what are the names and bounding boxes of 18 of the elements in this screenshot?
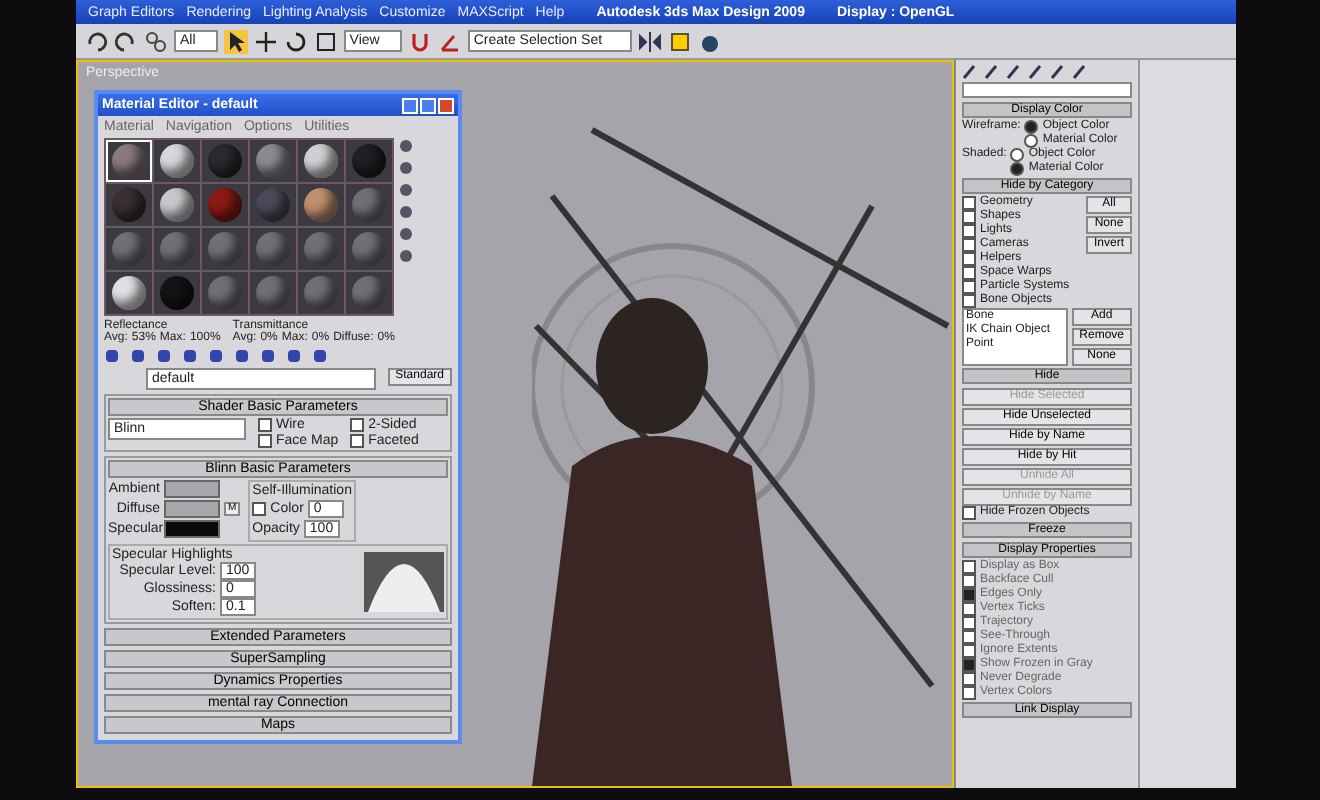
link-icon[interactable]: [144, 29, 168, 53]
color-swatch[interactable]: [164, 500, 220, 518]
close-button[interactable]: [438, 97, 454, 113]
undo-icon[interactable]: [84, 29, 108, 53]
magnet-icon[interactable]: [407, 29, 432, 53]
object-name-field[interactable]: [962, 82, 1132, 98]
rotate-icon[interactable]: [283, 29, 308, 53]
highlight-curve-graph: [364, 552, 444, 612]
color-swatch[interactable]: [164, 480, 220, 498]
minimize-button[interactable]: [402, 97, 418, 113]
perspective-viewport[interactable]: [76, 60, 954, 788]
cursor-icon[interactable]: [223, 29, 248, 53]
move-icon[interactable]: [253, 29, 278, 53]
mirror-icon[interactable]: [638, 29, 663, 53]
redo-icon[interactable]: [114, 29, 138, 53]
color-swatch[interactable]: [164, 520, 220, 538]
maximize-button[interactable]: [420, 97, 436, 113]
scale-icon[interactable]: [313, 29, 338, 53]
